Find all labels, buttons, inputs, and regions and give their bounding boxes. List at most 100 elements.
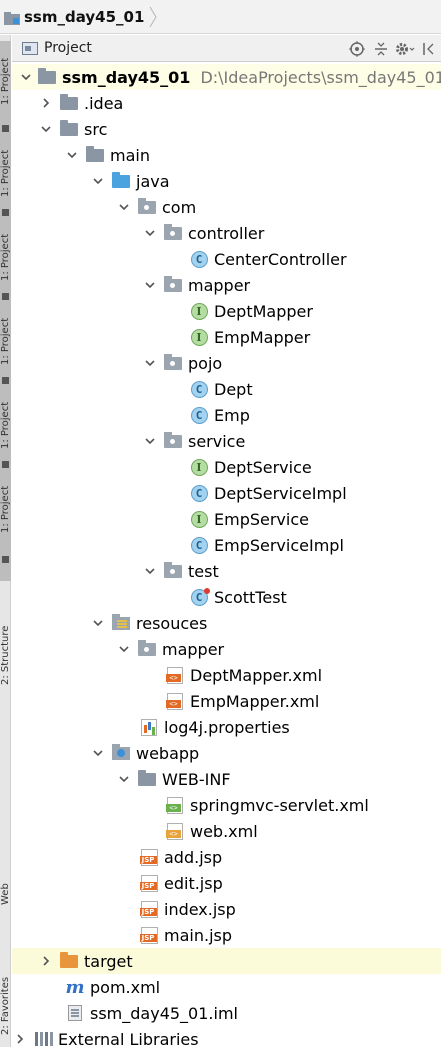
tree-item-empmapper[interactable]: I EmpMapper	[12, 324, 441, 350]
chevron-right-icon[interactable]	[12, 1031, 28, 1047]
tree-item-deptservice[interactable]: I DeptService	[12, 454, 441, 480]
tree-item-centercontroller[interactable]: C CenterController	[12, 246, 441, 272]
collapse-all-icon[interactable]	[369, 39, 393, 59]
strip-marker-icon	[2, 377, 9, 384]
tree-item-empmapper-xml[interactable]: <> EmpMapper.xml	[12, 688, 441, 714]
class-icon: C	[190, 380, 208, 398]
interface-icon: I	[190, 302, 208, 320]
tool-window-strip: 1: Project 1: Project 1: Project 1: Proj…	[0, 35, 11, 1047]
tool-window-title[interactable]: Project	[44, 40, 92, 56]
project-tree: ssm_day45_01 D:\IdeaProjects\ssm_day45_0…	[12, 62, 441, 1047]
tree-item-label: DeptService	[214, 457, 312, 477]
chevron-down-icon[interactable]	[38, 121, 54, 137]
class-icon: C	[190, 406, 208, 424]
tree-item-idea[interactable]: .idea	[12, 90, 441, 116]
chevron-down-icon[interactable]	[116, 641, 132, 657]
tree-item-label: .idea	[84, 93, 124, 113]
package-icon	[164, 275, 182, 293]
tree-item-label: index.jsp	[164, 899, 236, 919]
tree-item-web-inf[interactable]: WEB-INF	[12, 766, 441, 792]
project-tool-header: Project	[12, 35, 441, 62]
tree-item-pojo[interactable]: pojo	[12, 350, 441, 376]
tree-item-scotttest[interactable]: C ScottTest	[12, 584, 441, 610]
chevron-right-icon[interactable]	[38, 95, 54, 111]
chevron-down-icon[interactable]	[142, 355, 158, 371]
tree-item-pom-xml[interactable]: m pom.xml	[12, 974, 441, 1000]
chevron-down-icon[interactable]	[116, 771, 132, 787]
tree-item-root[interactable]: ssm_day45_01 D:\IdeaProjects\ssm_day45_0…	[12, 64, 441, 90]
tree-item-path: D:\IdeaProjects\ssm_day45_01	[200, 67, 441, 87]
web-folder-icon	[112, 743, 130, 761]
jsp-file-icon: JSP	[139, 874, 158, 892]
tree-item-label: Emp	[214, 405, 250, 425]
tree-item-main-jsp[interactable]: JSP main.jsp	[12, 922, 441, 948]
tree-item-test[interactable]: test	[12, 558, 441, 584]
tree-item-src[interactable]: src	[12, 116, 441, 142]
tree-item-resouces[interactable]: resouces	[12, 610, 441, 636]
xml-file-icon: <>	[166, 666, 184, 684]
spring-xml-icon: <>	[166, 796, 184, 814]
tree-item-empservice[interactable]: I EmpService	[12, 506, 441, 532]
breadcrumb-separator-icon	[148, 6, 158, 28]
tree-item-log4j-properties[interactable]: log4j.properties	[12, 714, 441, 740]
tree-item-index-jsp[interactable]: JSP index.jsp	[12, 896, 441, 922]
chevron-down-icon[interactable]	[90, 745, 106, 761]
tree-item-deptmapper[interactable]: I DeptMapper	[12, 298, 441, 324]
tab-project[interactable]: 1: Project 1: Project 1: Project 1: Proj…	[0, 41, 11, 581]
tree-item-label: log4j.properties	[164, 717, 290, 737]
chevron-down-icon[interactable]	[116, 199, 132, 215]
tree-item-main[interactable]: main	[12, 142, 441, 168]
tab-structure[interactable]: 2: Structure	[0, 590, 11, 685]
interface-icon: I	[190, 510, 208, 528]
chevron-down-icon[interactable]	[90, 173, 106, 189]
chevron-down-icon[interactable]	[142, 225, 158, 241]
tree-item-resources-mapper[interactable]: mapper	[12, 636, 441, 662]
breadcrumb[interactable]: ssm_day45_01	[4, 6, 158, 28]
chevron-down-icon[interactable]	[20, 69, 32, 85]
tree-item-label: target	[84, 951, 133, 971]
tree-item-label: DeptMapper.xml	[190, 665, 323, 685]
tree-item-controller[interactable]: controller	[12, 220, 441, 246]
tree-item-external-libraries[interactable]: External Libraries	[12, 1026, 441, 1047]
class-icon: C	[190, 536, 208, 554]
tree-item-mapper[interactable]: mapper	[12, 272, 441, 298]
tree-item-label: resouces	[136, 613, 208, 633]
chevron-down-icon[interactable]	[142, 277, 158, 293]
gear-icon[interactable]	[393, 39, 417, 59]
tab-favorites[interactable]: 2: Favorites	[0, 940, 11, 1035]
tree-item-iml[interactable]: ssm_day45_01.iml	[12, 1000, 441, 1026]
tree-item-webapp[interactable]: webapp	[12, 740, 441, 766]
module-folder-icon	[4, 10, 20, 25]
tree-item-label: web.xml	[190, 821, 258, 841]
tree-item-web-xml[interactable]: <> web.xml	[12, 818, 441, 844]
tab-project-label: 1: Project	[0, 57, 11, 105]
tree-item-service[interactable]: service	[12, 428, 441, 454]
tree-item-empserviceimpl[interactable]: C EmpServiceImpl	[12, 532, 441, 558]
tab-web[interactable]: Web	[0, 865, 11, 905]
package-icon	[164, 431, 182, 449]
tree-item-label: springmvc-servlet.xml	[190, 795, 369, 815]
tree-item-deptmapper-xml[interactable]: <> DeptMapper.xml	[12, 662, 441, 688]
folder-icon	[138, 769, 156, 787]
chevron-down-icon[interactable]	[142, 563, 158, 579]
tree-item-emp[interactable]: C Emp	[12, 402, 441, 428]
chevron-down-icon[interactable]	[64, 147, 80, 163]
hide-icon[interactable]	[417, 39, 441, 59]
package-icon	[164, 223, 182, 241]
tree-item-add-jsp[interactable]: JSP add.jsp	[12, 844, 441, 870]
chevron-down-icon[interactable]	[142, 433, 158, 449]
chevron-right-icon[interactable]	[38, 953, 54, 969]
tree-item-com[interactable]: com	[12, 194, 441, 220]
tree-item-target[interactable]: target	[12, 948, 441, 974]
tree-item-dept[interactable]: C Dept	[12, 376, 441, 402]
tree-item-edit-jsp[interactable]: JSP edit.jsp	[12, 870, 441, 896]
tree-item-label: ScottTest	[214, 587, 287, 607]
chevron-down-icon[interactable]	[90, 615, 106, 631]
web-xml-icon: <>	[166, 822, 184, 840]
project-icon	[22, 41, 38, 55]
package-icon	[138, 639, 156, 657]
tree-item-java[interactable]: java	[12, 168, 441, 194]
tree-item-deptserviceimpl[interactable]: C DeptServiceImpl	[12, 480, 441, 506]
target-icon[interactable]	[345, 39, 369, 59]
tree-item-springmvc-servlet-xml[interactable]: <> springmvc-servlet.xml	[12, 792, 441, 818]
